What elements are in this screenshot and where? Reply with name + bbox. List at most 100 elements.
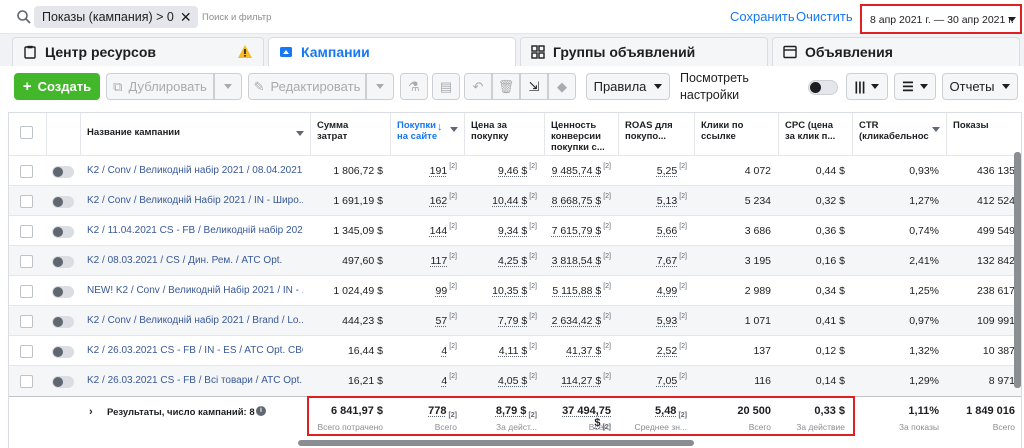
date-range-picker[interactable]: 8 апр 2021 г. — 30 апр 2021 г. [860, 4, 1022, 34]
horizontal-scrollbar[interactable] [298, 440, 694, 446]
table-row[interactable]: K2 / 11.04.2021 CS - FB / Великодній наб… [9, 215, 1021, 247]
cell-value[interactable]: 114,27 $ [561, 375, 601, 387]
cell-value[interactable]: 9,46 $ [498, 165, 527, 177]
column-header-cost-per-purchase[interactable]: Цена за покупку [465, 113, 545, 155]
cell-value[interactable]: 7,79 $ [498, 315, 527, 327]
cell-value[interactable]: 5,66 [657, 225, 677, 237]
reports-button[interactable]: Отчеты [942, 73, 1018, 100]
cell-value[interactable]: 2,52 [657, 345, 677, 357]
cell-value[interactable]: 5 115,88 $ [552, 285, 601, 297]
cell-value[interactable]: 41,37 $ [566, 345, 601, 357]
save-link[interactable]: Сохранить [730, 9, 795, 24]
table-row[interactable]: K2 / 26.03.2021 CS - FB / IN - ES / ATC … [9, 335, 1021, 366]
undo-button[interactable]: ↶ [464, 73, 492, 100]
row-checkbox[interactable] [20, 345, 33, 358]
cell-value[interactable]: 99 [436, 285, 448, 297]
table-row[interactable]: K2 / Conv / Великодній Набір 2021 / IN -… [9, 185, 1021, 217]
table-row[interactable]: K2 / Conv / Великодній набір 2021 / 08.0… [9, 155, 1021, 187]
cell-value[interactable]: 7 615,79 $ [552, 225, 602, 237]
cell-value[interactable]: 4 [441, 375, 447, 387]
rules-button[interactable]: Правила [586, 73, 670, 100]
cell-value[interactable]: 5,25 [657, 165, 677, 177]
campaign-toggle[interactable] [52, 196, 74, 208]
cell-value[interactable]: 4,05 $ [498, 375, 527, 387]
row-checkbox[interactable] [20, 285, 33, 298]
column-header-link-clicks[interactable]: Клики по ссылке [695, 113, 779, 155]
cell-value[interactable]: 5,13 [657, 195, 677, 207]
row-checkbox[interactable] [20, 225, 33, 238]
cell-value[interactable]: 162 [430, 195, 448, 207]
campaign-name-link[interactable]: K2 / 26.03.2021 CS - FB / Всі товари / A… [87, 366, 303, 397]
chevron-right-icon[interactable]: › [89, 406, 93, 418]
campaign-toggle[interactable] [52, 316, 74, 328]
row-checkbox[interactable] [20, 315, 33, 328]
cell-value[interactable]: 4,99 [657, 285, 677, 297]
row-checkbox[interactable] [20, 375, 33, 388]
cell-value[interactable]: 3 818,54 $ [552, 255, 602, 267]
tab-ad-sets[interactable]: Группы объявлений [520, 37, 768, 66]
tab-ads[interactable]: Объявления [772, 37, 1020, 66]
search-icon[interactable] [16, 9, 32, 25]
cell-value[interactable]: 9,34 $ [498, 225, 527, 237]
cell-value[interactable]: 4,11 $ [499, 345, 527, 357]
campaign-toggle[interactable] [52, 226, 74, 238]
campaign-name-link[interactable]: K2 / 08.03.2021 / CS / Дин. Рем. / ATC O… [87, 246, 303, 277]
row-checkbox[interactable] [20, 195, 33, 208]
column-header-cpc[interactable]: CPC (цена за клик п... [779, 113, 853, 155]
preview-button[interactable]: ⇲ [520, 73, 548, 100]
vertical-scrollbar[interactable] [1014, 152, 1021, 388]
breakdown-button[interactable]: ☰ [894, 73, 936, 100]
cell-value[interactable]: 117 [430, 255, 447, 267]
delete-button[interactable]: 🗑 [492, 73, 520, 100]
ab-test-button[interactable]: ⚗ [400, 73, 428, 100]
table-row[interactable]: K2 / 26.03.2021 CS - FB / Всі товари / A… [9, 365, 1021, 397]
campaign-toggle[interactable] [52, 166, 74, 178]
cell-value[interactable]: 2 634,42 $ [552, 315, 602, 327]
column-header-name[interactable]: Название кампании [81, 113, 311, 155]
filter-chip[interactable]: Показы (кампания) > 0 ✕ [34, 6, 198, 28]
cell-value[interactable]: 191 [430, 165, 448, 177]
clear-link[interactable]: Очистить [796, 9, 853, 24]
cell-value[interactable]: 4,25 $ [498, 255, 527, 267]
close-icon[interactable]: ✕ [180, 9, 192, 26]
search-input[interactable]: Поиск и фильтр [202, 12, 271, 23]
select-all-checkbox[interactable] [20, 126, 33, 139]
archive-button[interactable]: ▤ [432, 73, 460, 100]
cell-value[interactable]: 10,44 $ [492, 195, 527, 207]
cell-value[interactable]: 8 668,75 $ [552, 195, 602, 207]
campaign-name-link[interactable]: K2 / Conv / Великодній набір 2021 / 08.0… [87, 156, 303, 187]
column-header-conversion-value[interactable]: Ценность конверсии покупки с... [545, 113, 619, 155]
campaign-name-link[interactable]: K2 / Conv / Великодній Набір 2021 / IN -… [87, 186, 303, 217]
columns-button[interactable]: ||| [846, 73, 888, 100]
cell-value[interactable]: 7,05 [657, 375, 677, 387]
duplicate-dropdown[interactable] [214, 73, 242, 100]
column-header-purchases[interactable]: Покупки на сайте ↓ [391, 113, 465, 155]
row-checkbox[interactable] [20, 165, 33, 178]
campaign-toggle[interactable] [52, 286, 74, 298]
column-header-ctr[interactable]: CTR (кликабельнос [853, 113, 947, 155]
table-row[interactable]: NEW! K2 / Conv / Великодній Набір 2021 /… [9, 275, 1021, 307]
column-header-roas[interactable]: ROAS для покупо... [619, 113, 695, 155]
create-button[interactable]: + Создать [14, 73, 100, 100]
campaign-name-link[interactable]: K2 / 11.04.2021 CS - FB / Великодній наб… [87, 216, 303, 247]
row-checkbox[interactable] [20, 255, 33, 268]
cell-value[interactable]: 10,35 $ [492, 285, 527, 297]
cell-value[interactable]: 4 [441, 345, 447, 357]
cell-value[interactable]: 7,67 [657, 255, 677, 267]
campaign-toggle[interactable] [52, 376, 74, 388]
info-icon[interactable]: i [256, 406, 266, 416]
column-header-spend[interactable]: Сумма затрат [311, 113, 391, 155]
campaign-name-link[interactable]: K2 / Conv / Великодній набір 2021 / Bran… [87, 306, 303, 337]
table-row[interactable]: K2 / 08.03.2021 / CS / Дин. Рем. / ATC O… [9, 245, 1021, 277]
duplicate-button[interactable]: ⧉ Дублировать [106, 73, 214, 100]
campaign-toggle[interactable] [52, 256, 74, 268]
cell-value[interactable]: 57 [436, 315, 448, 327]
column-header-impressions[interactable]: Показы [947, 113, 1021, 155]
tag-button[interactable]: ◆ [548, 73, 576, 100]
campaign-name-link[interactable]: NEW! K2 / Conv / Великодній Набір 2021 /… [87, 276, 303, 307]
table-row[interactable]: K2 / Conv / Великодній набір 2021 / Bran… [9, 305, 1021, 337]
cell-value[interactable]: 9 485,74 $ [552, 165, 602, 177]
tab-resource-center[interactable]: Центр ресурсов [12, 37, 264, 66]
cell-value[interactable]: 5,93 [657, 315, 677, 327]
edit-dropdown[interactable] [366, 73, 394, 100]
